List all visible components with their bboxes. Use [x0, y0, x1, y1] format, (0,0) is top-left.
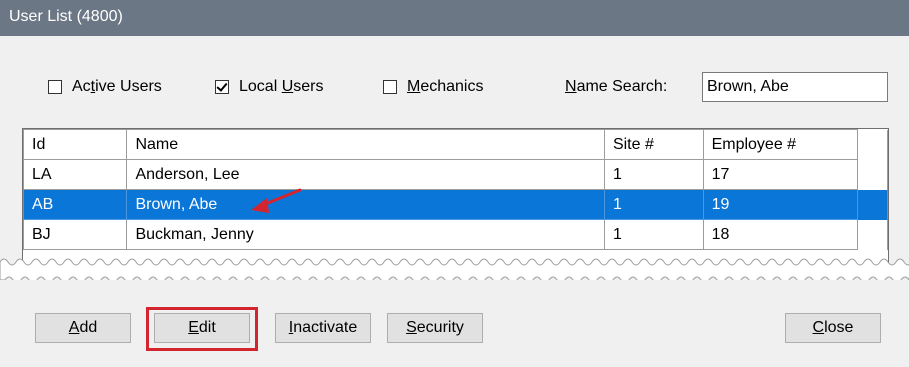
- cell-site: 1: [603, 159, 704, 190]
- cell-employee: 18: [702, 219, 859, 250]
- add-button[interactable]: Add: [35, 313, 131, 343]
- inactivate-button[interactable]: Inactivate: [275, 313, 371, 343]
- cell-blank: [857, 189, 888, 220]
- mechanics-label: Mechanics: [407, 78, 484, 95]
- column-header-employee[interactable]: Employee #: [702, 129, 859, 160]
- cell-site: 1: [603, 189, 704, 220]
- cell-id: BJ: [23, 219, 128, 250]
- user-list-window: User List (4800) Active Users Local User…: [0, 0, 909, 367]
- checkbox-box[interactable]: [383, 80, 397, 94]
- column-header-site[interactable]: Site #: [603, 129, 704, 160]
- local-users-label: Local Users: [239, 78, 324, 95]
- name-search-input[interactable]: [702, 72, 888, 102]
- close-button[interactable]: Close: [785, 313, 881, 343]
- cell-id: LA: [23, 159, 128, 190]
- table-row[interactable]: BJ Buckman, Jenny 1 18: [23, 219, 888, 250]
- cell-name: Anderson, Lee: [126, 159, 605, 190]
- cell-employee: 17: [702, 159, 859, 190]
- user-table: Id Name Site # Employee # LA Anderson, L…: [22, 128, 889, 268]
- window-title: User List (4800): [9, 8, 123, 25]
- cell-employee: 19: [702, 189, 859, 220]
- cell-name: Brown, Abe: [126, 189, 605, 220]
- table-row[interactable]: LA Anderson, Lee 1 17: [23, 159, 888, 190]
- column-header-id[interactable]: Id: [23, 129, 128, 160]
- callout-arrow-icon: [251, 188, 302, 213]
- cell-blank: [857, 219, 888, 250]
- active-users-label: Active Users: [72, 78, 162, 95]
- checkbox-box[interactable]: [48, 80, 62, 94]
- column-header-name[interactable]: Name: [126, 129, 605, 160]
- edit-button-highlight: [146, 307, 258, 351]
- cell-blank: [857, 159, 888, 190]
- torn-edge-divider: [0, 258, 909, 300]
- name-search-label: Name Search:: [565, 78, 668, 95]
- active-users-checkbox[interactable]: Active Users: [48, 76, 162, 98]
- mechanics-checkbox[interactable]: Mechanics: [383, 76, 483, 98]
- cell-site: 1: [603, 219, 704, 250]
- column-header-blank: [857, 129, 888, 160]
- table-row-selected[interactable]: AB Brown, Abe 1 19: [23, 189, 888, 220]
- title-bar: User List (4800): [0, 0, 909, 36]
- checkbox-box-checked[interactable]: [215, 80, 229, 94]
- cell-id: AB: [23, 189, 128, 220]
- security-button[interactable]: Security: [387, 313, 483, 343]
- cell-name: Buckman, Jenny: [126, 219, 605, 250]
- table-header-row: Id Name Site # Employee #: [23, 129, 888, 160]
- local-users-checkbox[interactable]: Local Users: [215, 76, 324, 98]
